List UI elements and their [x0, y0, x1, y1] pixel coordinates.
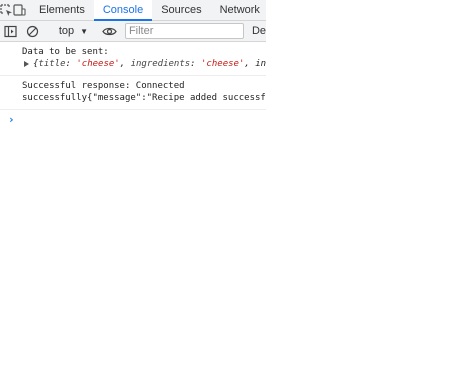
inspect-element-icon[interactable] — [0, 0, 13, 20]
device-toolbar-icon[interactable] — [13, 0, 26, 20]
object-value: 'cheese' — [76, 59, 120, 69]
object-key: ingredients — [130, 59, 191, 69]
tab-network[interactable]: Network — [211, 0, 266, 20]
console-toolbar: top ▼ De — [0, 21, 266, 42]
message-line: Successful response: Connected — [22, 81, 185, 91]
context-label: top — [58, 25, 75, 37]
object-separator: : — [65, 59, 77, 69]
message-text: Data to be sent: — [22, 47, 109, 57]
tab-sources[interactable]: Sources — [152, 0, 210, 20]
object-key: title — [38, 59, 66, 69]
eye-icon[interactable] — [99, 21, 121, 41]
object-preview[interactable]: {title: 'cheese', ingredients: 'cheese',… — [22, 58, 266, 70]
filter-input[interactable] — [124, 23, 244, 39]
object-summary: {title: 'cheese', ingredients: 'cheese',… — [33, 58, 266, 70]
console-message: Data to be sent: {title: 'cheese', ingre… — [0, 42, 266, 76]
tab-label: Sources — [161, 4, 202, 16]
message-line: successfully{"message":"Recipe added suc… — [22, 93, 266, 103]
console-message: Successful response: Connected successfu… — [0, 76, 266, 110]
context-selector[interactable]: top ▼ — [49, 21, 94, 41]
tab-label: Console — [102, 4, 144, 16]
dropdown-caret-icon: ▼ — [80, 26, 89, 36]
object-value: 'cheese' — [201, 59, 245, 69]
expand-triangle-icon[interactable] — [24, 61, 29, 67]
object-tail: , in — [244, 59, 266, 69]
tab-bar: Elements Console Sources Network — [0, 0, 266, 21]
console-output: Data to be sent: {title: 'cheese', ingre… — [0, 42, 266, 366]
sidebar-toggle-icon[interactable] — [0, 21, 22, 41]
object-comma: , — [119, 59, 131, 69]
tab-elements[interactable]: Elements — [30, 0, 94, 20]
tab-label: Network — [219, 4, 260, 16]
console-prompt-icon[interactable]: › — [0, 110, 266, 126]
tab-console[interactable]: Console — [93, 0, 153, 21]
log-levels-dropdown[interactable]: De — [252, 25, 266, 37]
tab-label: Elements — [39, 4, 85, 16]
clear-console-icon[interactable] — [22, 21, 44, 41]
object-separator: : — [190, 59, 202, 69]
devtools-panel: Elements Console Sources Network top ▼ F… — [0, 0, 266, 366]
